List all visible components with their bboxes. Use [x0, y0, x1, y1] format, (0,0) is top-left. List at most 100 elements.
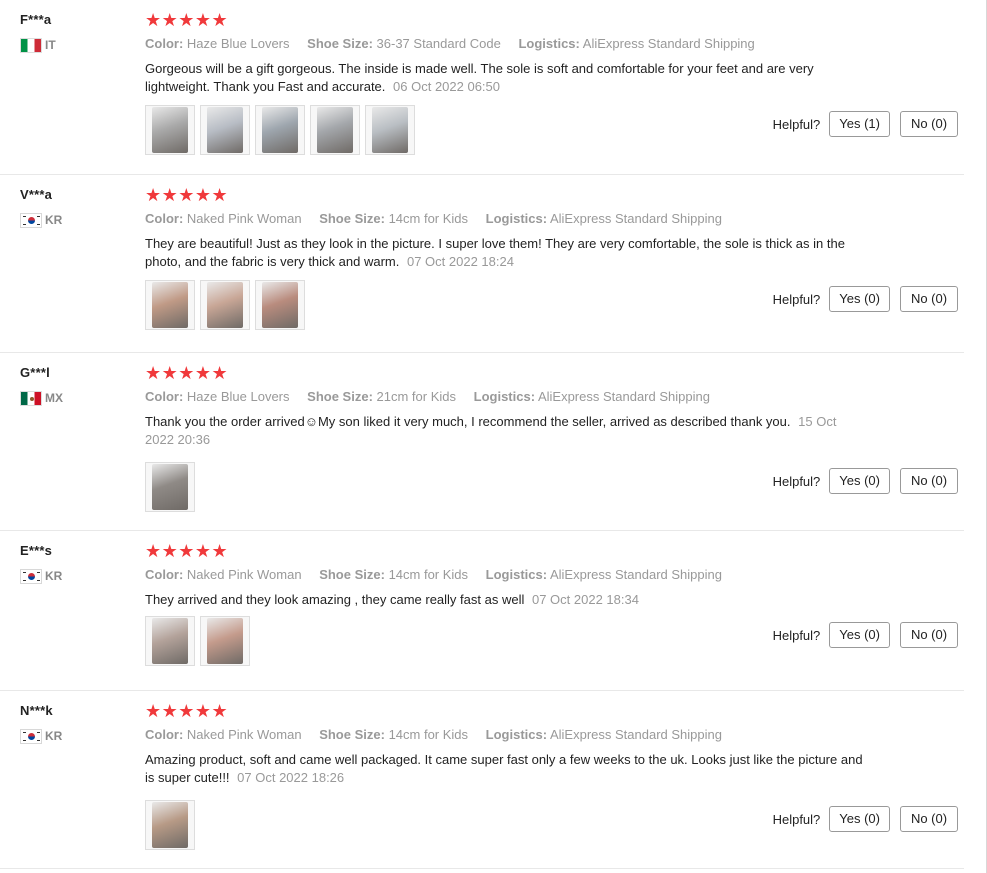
review-photo-thumbnail[interactable]: [255, 105, 305, 155]
review-photo-thumbnail[interactable]: [200, 280, 250, 330]
shoe-size-label: Shoe Size:: [319, 567, 385, 582]
star-rating: ★★★★★: [145, 10, 229, 30]
helpful-vote: Helpful? Yes (0) No (0): [773, 468, 958, 494]
color-label: Color:: [145, 567, 184, 582]
review-date: 07 Oct 2022 18:34: [531, 592, 639, 607]
star-rating: ★★★★★: [145, 363, 229, 383]
product-attributes: Color: Naked Pink Woman Shoe Size: 14cm …: [145, 726, 736, 743]
photo-image: [152, 107, 188, 153]
photo-image: [372, 107, 408, 153]
review-date: 06 Oct 2022 06:50: [393, 79, 501, 94]
logistics-value: AliExpress Standard Shipping: [549, 727, 722, 742]
logistics-value: AliExpress Standard Shipping: [537, 389, 710, 404]
reviewer-country: KR: [20, 567, 62, 585]
review-item: V***a KR ★★★★★ Color: Naked Pink Woman S…: [0, 175, 964, 353]
logistics-label: Logistics:: [485, 567, 548, 582]
photo-image: [152, 802, 188, 848]
reviewer-country: KR: [20, 211, 62, 229]
color-value: Naked Pink Woman: [186, 727, 302, 742]
review-photo-thumbnail[interactable]: [200, 105, 250, 155]
color-label: Color:: [145, 211, 184, 226]
shoe-size-value: 14cm for Kids: [388, 567, 469, 582]
product-attributes: Color: Haze Blue Lovers Shoe Size: 21cm …: [145, 388, 724, 405]
review-photo-thumbnail[interactable]: [255, 280, 305, 330]
product-attributes: Color: Naked Pink Woman Shoe Size: 14cm …: [145, 210, 736, 227]
country-code: IT: [45, 38, 56, 52]
review-photo-thumbnail[interactable]: [145, 462, 195, 512]
review-item: E***s KR ★★★★★ Color: Naked Pink Woman S…: [0, 531, 964, 691]
photo-image: [207, 618, 243, 664]
shoe-size-value: 14cm for Kids: [388, 727, 469, 742]
review-photo-thumbnail[interactable]: [365, 105, 415, 155]
review-photo-thumbnail[interactable]: [145, 800, 195, 850]
review-photo-thumbnail[interactable]: [200, 616, 250, 666]
helpful-no-button[interactable]: No (0): [900, 468, 958, 494]
review-photo-thumbnail[interactable]: [145, 280, 195, 330]
product-attributes: Color: Haze Blue Lovers Shoe Size: 36-37…: [145, 35, 769, 52]
review-item: G***l MX ★★★★★ Color: Haze Blue Lovers S…: [0, 353, 964, 531]
color-label: Color:: [145, 727, 184, 742]
shoe-size-value: 21cm for Kids: [376, 389, 457, 404]
shoe-size-label: Shoe Size:: [307, 389, 373, 404]
color-label: Color:: [145, 36, 184, 51]
reviewer-country: KR: [20, 727, 62, 745]
photo-image: [207, 282, 243, 328]
photo-image: [207, 107, 243, 153]
country-code: KR: [45, 569, 63, 583]
review-photo-thumbnail[interactable]: [145, 616, 195, 666]
review-date: 07 Oct 2022 18:24: [406, 254, 514, 269]
review-body: Thank you the order arrived☺My son liked…: [145, 414, 791, 429]
helpful-vote: Helpful? Yes (0) No (0): [773, 806, 958, 832]
helpful-label: Helpful?: [772, 291, 821, 307]
shoe-size-label: Shoe Size:: [319, 211, 385, 226]
helpful-no-button[interactable]: No (0): [900, 806, 958, 832]
shoe-size-label: Shoe Size:: [319, 727, 385, 742]
review-text: Thank you the order arrived☺My son liked…: [145, 413, 865, 449]
photo-image: [262, 282, 298, 328]
helpful-no-button[interactable]: No (0): [900, 286, 958, 312]
star-rating: ★★★★★: [145, 185, 229, 205]
review-photos: [145, 462, 195, 512]
shoe-size-value: 36-37 Standard Code: [376, 36, 501, 51]
reviewer-country: IT: [20, 36, 56, 54]
reviewer-name: F***a: [20, 12, 52, 27]
reviewer-name: G***l: [20, 365, 50, 380]
korea-flag-icon: [20, 728, 42, 744]
photo-image: [152, 282, 188, 328]
review-item: N***k KR ★★★★★ Color: Naked Pink Woman S…: [0, 691, 964, 869]
photo-image: [262, 107, 298, 153]
logistics-value: AliExpress Standard Shipping: [582, 36, 755, 51]
helpful-yes-button[interactable]: Yes (0): [829, 468, 890, 494]
review-date: 07 Oct 2022 18:26: [237, 770, 345, 785]
helpful-label: Helpful?: [772, 627, 821, 643]
color-value: Naked Pink Woman: [186, 211, 302, 226]
reviewer-country: MX: [20, 389, 63, 407]
review-item: F***a IT ★★★★★ Color: Haze Blue Lovers S…: [0, 0, 964, 175]
color-value: Haze Blue Lovers: [186, 36, 290, 51]
helpful-no-button[interactable]: No (0): [900, 622, 958, 648]
logistics-value: AliExpress Standard Shipping: [549, 211, 722, 226]
reviewer-name: E***s: [20, 543, 53, 558]
helpful-no-button[interactable]: No (0): [900, 111, 958, 137]
helpful-yes-button[interactable]: Yes (0): [829, 622, 890, 648]
review-photo-thumbnail[interactable]: [310, 105, 360, 155]
helpful-vote: Helpful? Yes (0) No (0): [773, 286, 958, 312]
logistics-label: Logistics:: [473, 389, 536, 404]
korea-flag-icon: [20, 212, 42, 228]
review-photos: [145, 616, 250, 666]
reviewer-name: N***k: [20, 703, 53, 718]
helpful-yes-button[interactable]: Yes (0): [829, 806, 890, 832]
italy-flag-icon: [20, 37, 42, 53]
review-text: They are beautiful! Just as they look in…: [145, 235, 865, 271]
helpful-yes-button[interactable]: Yes (0): [829, 286, 890, 312]
helpful-yes-button[interactable]: Yes (1): [829, 111, 890, 137]
helpful-label: Helpful?: [772, 473, 821, 489]
mexico-flag-icon: [20, 390, 42, 406]
photo-image: [152, 464, 188, 510]
helpful-label: Helpful?: [772, 116, 821, 132]
star-rating: ★★★★★: [145, 701, 229, 721]
photo-image: [317, 107, 353, 153]
review-text: Amazing product, soft and came well pack…: [145, 751, 865, 787]
review-photo-thumbnail[interactable]: [145, 105, 195, 155]
korea-flag-icon: [20, 568, 42, 584]
